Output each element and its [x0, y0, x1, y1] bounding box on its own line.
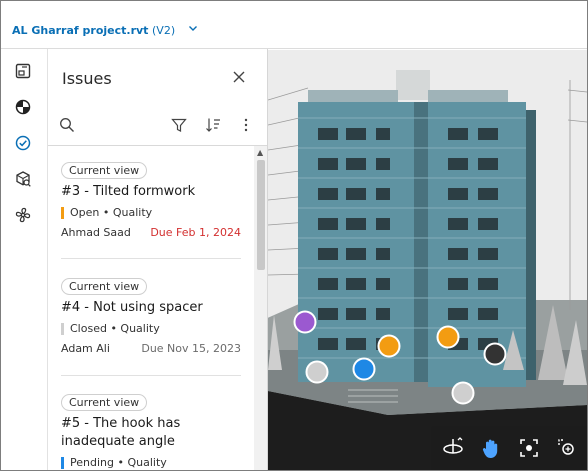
issue-pin-purple[interactable]: [293, 310, 317, 334]
zoom-icon[interactable]: [555, 436, 579, 460]
scroll-up-icon[interactable]: ▲: [257, 148, 263, 157]
issue-due-date: Due Nov 15, 2023: [141, 342, 241, 355]
filter-icon[interactable]: [171, 117, 187, 133]
card-divider: [61, 375, 241, 376]
issue-status: Open • Quality: [61, 206, 241, 219]
issues-button[interactable]: [13, 133, 33, 153]
issue-card[interactable]: Current view #4 - Not using spacer Close…: [61, 275, 241, 355]
pan-hand-icon[interactable]: [479, 436, 503, 460]
sheets-button[interactable]: [13, 61, 33, 81]
status-text: Closed • Quality: [70, 322, 160, 335]
current-view-chip: Current view: [61, 394, 148, 411]
fit-view-icon[interactable]: [517, 436, 541, 460]
issue-title: #4 - Not using spacer: [61, 300, 203, 315]
header: AL Gharraf project.rvt (V2): [1, 1, 587, 49]
issue-pin-orange[interactable]: [436, 325, 460, 349]
issue-status: Closed • Quality: [61, 322, 241, 335]
status-indicator: [61, 322, 64, 335]
more-options-icon[interactable]: [238, 117, 254, 133]
sheets-icon: [15, 63, 31, 79]
status-text: Pending • Quality: [70, 456, 167, 469]
panel-title: Issues: [62, 69, 112, 88]
app-window: AL Gharraf project.rvt (V2) Issues Curre…: [0, 0, 588, 471]
issues-icon: [15, 135, 31, 151]
issue-assignee: Adam Ali: [61, 342, 110, 355]
building-model[interactable]: [268, 50, 587, 470]
issue-pin-dark[interactable]: [483, 342, 507, 366]
issue-title: #3 - Tilted formwork: [61, 184, 196, 199]
issue-due-date: Due Feb 1, 2024: [150, 226, 241, 239]
file-version[interactable]: (V2): [152, 24, 175, 37]
scroll-thumb[interactable]: [257, 160, 265, 270]
issue-meta: Adam Ali Due Nov 15, 2023: [61, 342, 241, 355]
current-view-chip: Current view: [61, 278, 148, 295]
chevron-down-icon[interactable]: [187, 22, 199, 34]
file-name[interactable]: AL Gharraf project.rvt: [12, 24, 148, 37]
model-viewport[interactable]: [268, 50, 587, 470]
issue-pin-gray[interactable]: [451, 381, 475, 405]
fan-button[interactable]: [13, 205, 33, 225]
issue-card[interactable]: Current view #5 - The hook has inadequat…: [61, 391, 241, 469]
issue-meta: Ahmad Saad Due Feb 1, 2024: [61, 226, 241, 239]
models-icon: [15, 99, 31, 115]
status-text: Open • Quality: [70, 206, 153, 219]
fan-icon: [15, 207, 31, 223]
issue-card[interactable]: Current view #3 - Tilted formwork Open •…: [61, 159, 241, 239]
sort-icon[interactable]: [205, 117, 221, 133]
model-search-button[interactable]: [13, 169, 33, 189]
close-icon[interactable]: [231, 69, 247, 85]
orbit-icon[interactable]: [441, 436, 465, 460]
issues-panel: Issues Current view #3 - Tilted formwork: [48, 49, 268, 470]
issue-assignee: Ahmad Saad: [61, 226, 131, 239]
issue-pin-gray[interactable]: [305, 360, 329, 384]
card-divider: [61, 258, 241, 259]
search-model-icon: [16, 171, 31, 187]
left-rail: [1, 49, 48, 470]
current-view-chip: Current view: [61, 162, 148, 179]
status-indicator: [61, 456, 64, 469]
viewer-toolbar: [431, 426, 587, 470]
issue-title: #5 - The hook has inadequate angle: [61, 416, 181, 449]
issue-pin-blue[interactable]: [352, 357, 376, 381]
models-button[interactable]: [13, 97, 33, 117]
issue-status: Pending • Quality: [61, 456, 241, 469]
status-indicator: [61, 206, 64, 219]
issue-pin-orange[interactable]: [377, 334, 401, 358]
search-icon[interactable]: [59, 117, 75, 133]
issues-list[interactable]: Current view #3 - Tilted formwork Open •…: [48, 146, 253, 470]
issues-scrollbar[interactable]: ▲: [254, 146, 267, 470]
